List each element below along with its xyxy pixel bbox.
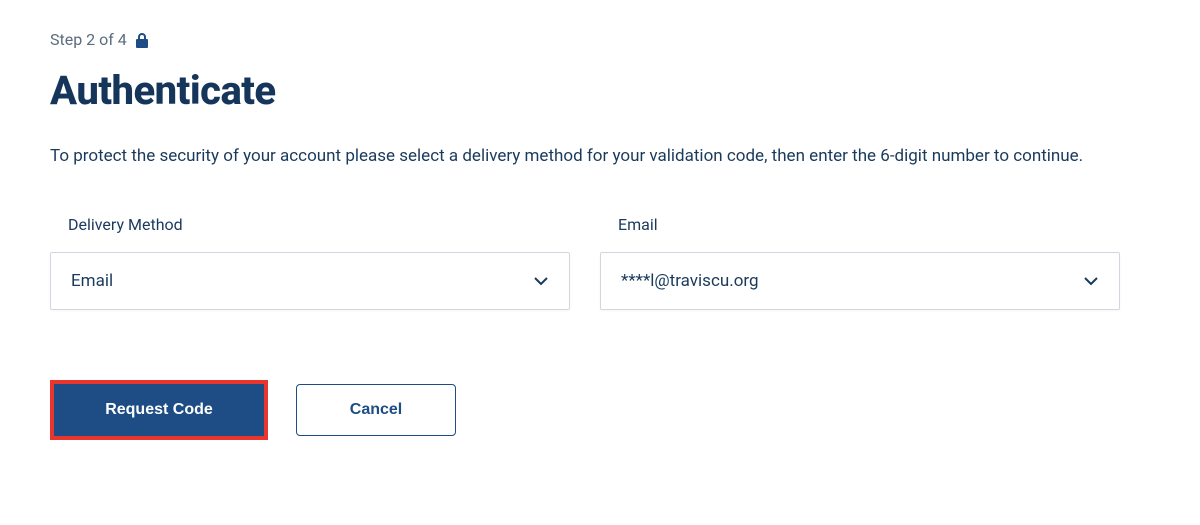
- delivery-method-value: Email: [71, 271, 113, 291]
- delivery-method-group: Delivery Method Email: [50, 215, 570, 310]
- email-select[interactable]: ****l@traviscu.org: [600, 252, 1120, 310]
- step-indicator: Step 2 of 4: [50, 30, 1150, 49]
- delivery-method-select[interactable]: Email: [50, 252, 570, 310]
- form-row: Delivery Method Email Email ****l@travis…: [50, 215, 1150, 310]
- request-code-button[interactable]: Request Code: [54, 384, 264, 436]
- page-title: Authenticate: [50, 67, 1150, 114]
- email-label: Email: [600, 215, 1120, 234]
- chevron-down-icon: [533, 276, 549, 286]
- step-label: Step 2 of 4: [50, 30, 127, 49]
- email-group: Email ****l@traviscu.org: [600, 215, 1120, 310]
- delivery-method-label: Delivery Method: [50, 215, 570, 234]
- chevron-down-icon: [1083, 276, 1099, 286]
- button-row: Request Code Cancel: [50, 380, 1150, 440]
- email-value: ****l@traviscu.org: [621, 271, 759, 291]
- cancel-button[interactable]: Cancel: [296, 384, 456, 436]
- request-code-highlight: Request Code: [50, 380, 268, 440]
- lock-icon: [135, 32, 149, 48]
- instructions-text: To protect the security of your account …: [50, 144, 1150, 170]
